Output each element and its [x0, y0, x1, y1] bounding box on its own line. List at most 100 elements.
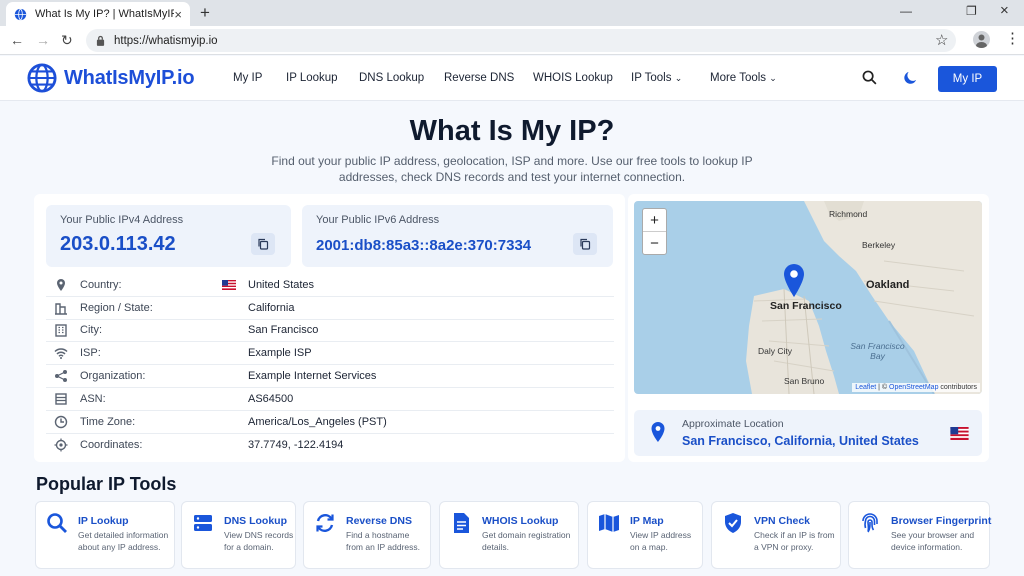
detail-key: Coordinates: [80, 438, 143, 451]
tool-name: Browser Fingerprint [891, 515, 992, 527]
forward-icon[interactable]: → [36, 32, 50, 48]
tool-card-ip-lookup[interactable]: IP Lookup Get detailed information about… [35, 501, 175, 569]
detail-row-asn: ASN: AS64500 [46, 388, 614, 411]
tool-name: IP Map [630, 515, 664, 527]
minimize-icon[interactable]: — [900, 4, 912, 18]
detail-row-region: Region / State: California [46, 297, 614, 320]
ip-info-card: Your Public IPv4 Address 203.0.113.42 Yo… [34, 194, 625, 462]
tool-card-whois-lookup[interactable]: WHOIS Lookup Get domain registration det… [439, 501, 579, 569]
back-icon[interactable]: ← [10, 32, 24, 48]
map-label-san-francisco: San Francisco [770, 300, 842, 312]
osm-link[interactable]: OpenStreetMap [889, 384, 938, 391]
nav-ip-tools[interactable]: IP Tools ⌄ [631, 72, 682, 84]
attribution-suffix: contributors [938, 384, 977, 391]
globe-logo-icon [27, 63, 57, 93]
map-label-san-bruno: San Bruno [784, 376, 825, 386]
nav-reverse-dns[interactable]: Reverse DNS [444, 72, 514, 84]
search-icon [47, 513, 67, 533]
nav-my-ip[interactable]: My IP [233, 72, 262, 84]
copy-icon [580, 238, 591, 250]
tool-description: Get detailed information about any IP ad… [78, 530, 169, 552]
fingerprint-icon [862, 513, 878, 533]
brand-name: WhatIsMyIP.io [64, 66, 195, 89]
us-flag-icon [222, 280, 236, 290]
url-field[interactable]: https://whatismyip.io [86, 29, 956, 52]
leaflet-link[interactable]: Leaflet [855, 384, 876, 391]
copy-icon [258, 238, 269, 250]
ipv6-value[interactable]: 2001:db8:85a3::8a2e:370:7334 [316, 237, 531, 254]
browser-tab[interactable]: What Is My IP? | WhatIsMyIP.io × [6, 2, 190, 26]
share-icon [55, 370, 67, 383]
tool-card-browser-fingerprint[interactable]: Browser Fingerprint See your browser and… [848, 501, 992, 569]
location-pin-icon [784, 264, 804, 297]
reload-icon[interactable]: ↻ [61, 32, 73, 49]
ipv6-box: Your Public IPv6 Address 2001:db8:85a3::… [302, 205, 613, 267]
chevron-down-icon: ⌄ [769, 73, 777, 83]
close-tab-icon[interactable]: × [174, 7, 182, 22]
approximate-location-value: San Francisco, California, United States [682, 434, 919, 448]
approximate-location-box: Approximate Location San Francisco, Cali… [634, 410, 982, 456]
location-map[interactable]: + − Richmond Berkeley Oakland San Franci… [634, 201, 982, 394]
tool-name: DNS Lookup [224, 515, 287, 527]
zoom-in-button[interactable]: + [643, 209, 666, 232]
tool-description: Get domain registration details. [482, 530, 571, 552]
attribution-separator: | © [876, 384, 890, 391]
nav-dns-lookup[interactable]: DNS Lookup [359, 72, 424, 84]
close-window-icon[interactable]: × [1000, 2, 1009, 19]
detail-value: California [248, 301, 295, 314]
map-card: + − Richmond Berkeley Oakland San Franci… [628, 194, 989, 462]
copy-ipv6-button[interactable] [573, 233, 597, 255]
map-attribution: Leaflet | © OpenStreetMap contributors [852, 383, 980, 392]
map-background [634, 201, 982, 394]
tool-card-vpn-check[interactable]: VPN Check Check if an IP is from a VPN o… [711, 501, 841, 569]
nav-ip-lookup[interactable]: IP Lookup [286, 72, 338, 84]
clock-icon [54, 415, 68, 428]
tool-card-ip-map[interactable]: IP Map View IP address on a map. [587, 501, 703, 569]
map-label-richmond: Richmond [829, 209, 868, 219]
my-ip-button[interactable]: My IP [938, 66, 997, 92]
tool-description: See your browser and device information. [891, 530, 975, 552]
detail-key: ASN: [80, 392, 106, 405]
detail-row-organization: Organization: Example Internet Services [46, 365, 614, 388]
search-icon[interactable] [862, 70, 877, 85]
shield-check-icon [725, 513, 741, 533]
copy-ipv4-button[interactable] [251, 233, 275, 255]
map-label-sf-bay: San Francisco Bay [850, 341, 905, 361]
ipv4-value[interactable]: 203.0.113.42 [60, 233, 176, 256]
new-tab-icon[interactable]: + [200, 3, 210, 23]
tool-card-reverse-dns[interactable]: Reverse DNS Find a hostname from an IP a… [303, 501, 431, 569]
detail-value: United States [248, 278, 315, 291]
tool-description: Find a hostname from an IP address. [346, 530, 421, 552]
nav-more-tools[interactable]: More Tools ⌄ [710, 72, 777, 84]
ipv6-label: Your Public IPv6 Address [316, 214, 440, 226]
detail-row-timezone: Time Zone: America/Los_Angeles (PST) [46, 411, 614, 434]
tab-title: What Is My IP? | WhatIsMyIP.io [35, 8, 175, 20]
detail-row-country: Country: United States [46, 274, 614, 297]
tool-name: IP Lookup [78, 515, 129, 527]
map-label-berkeley: Berkeley [862, 240, 896, 250]
detail-value: America/Los_Angeles (PST) [248, 415, 387, 428]
bookmark-star-icon[interactable]: ☆ [935, 31, 948, 49]
tool-name: VPN Check [754, 515, 811, 527]
map-pin-icon [57, 278, 65, 291]
browser-menu-icon[interactable]: ⋮ [1005, 29, 1020, 47]
brand-logo[interactable]: WhatIsMyIP.io [27, 63, 195, 93]
document-icon [454, 513, 469, 533]
tool-card-dns-lookup[interactable]: DNS Lookup View DNS records for a domain… [181, 501, 296, 569]
nav-whois-lookup[interactable]: WHOIS Lookup [533, 72, 613, 84]
profile-avatar-icon[interactable] [973, 31, 990, 48]
dark-mode-moon-icon[interactable] [903, 70, 918, 85]
approximate-location-label: Approximate Location [682, 418, 784, 430]
refresh-icon [316, 514, 334, 532]
lock-icon [96, 35, 105, 46]
restore-icon[interactable]: ❐ [966, 4, 977, 18]
zoom-out-button[interactable]: − [643, 232, 666, 255]
url-text: https://whatismyip.io [114, 34, 218, 47]
globe-icon [14, 8, 27, 20]
popular-tools-heading: Popular IP Tools [36, 474, 177, 494]
detail-row-city: City: San Francisco [46, 320, 614, 343]
server-icon [55, 393, 67, 405]
map-icon [599, 514, 619, 532]
detail-value: Example Internet Services [248, 370, 377, 383]
nav-more-tools-label: More Tools [710, 72, 767, 84]
